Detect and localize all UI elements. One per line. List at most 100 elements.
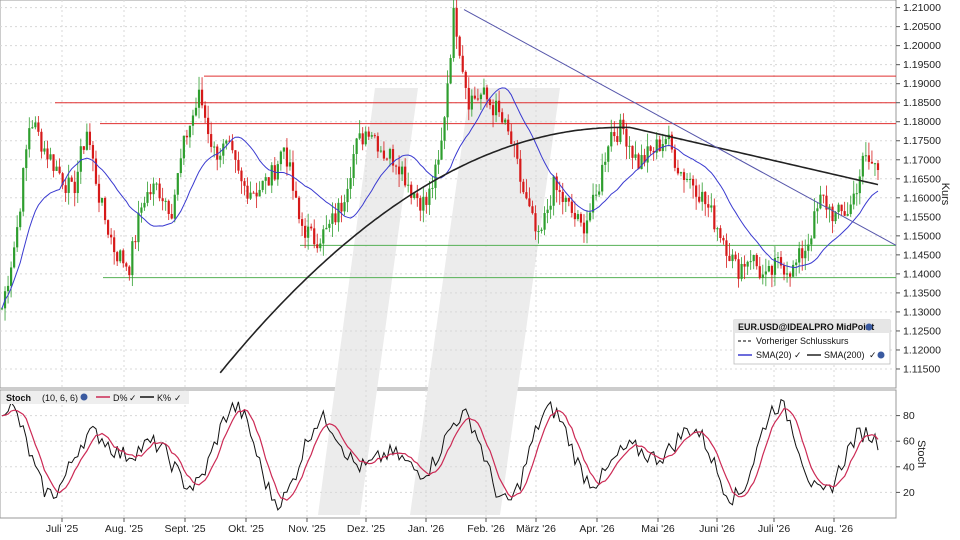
- globe-icon[interactable]: [877, 351, 885, 359]
- candle-body: [801, 248, 804, 259]
- candle-body: [876, 163, 880, 171]
- candle-body: [610, 132, 613, 147]
- candle-body: [46, 148, 49, 160]
- candle-body: [588, 212, 592, 221]
- candle-body: [52, 154, 55, 171]
- candle-body: [319, 243, 322, 249]
- check-icon[interactable]: ✓: [174, 393, 182, 403]
- candle-body: [70, 177, 73, 182]
- candle-body: [782, 265, 786, 275]
- legend-sma20: SMA(20): [756, 350, 792, 360]
- candle-body: [276, 164, 279, 180]
- candle-body: [579, 214, 583, 223]
- candle-body: [582, 222, 586, 234]
- candle-body: [279, 151, 282, 165]
- y-tick-label: 1.13000: [903, 306, 941, 318]
- candle-body: [131, 241, 134, 276]
- candle-body: [9, 267, 13, 286]
- candle-body: [479, 94, 483, 100]
- candle-body: [855, 193, 858, 195]
- candle-body: [573, 212, 576, 220]
- globe-icon[interactable]: [80, 393, 88, 401]
- candle-body: [40, 131, 43, 152]
- check-icon[interactable]: ✓: [869, 350, 877, 360]
- candle-body: [528, 198, 531, 207]
- candle-body: [692, 178, 695, 186]
- x-tick-label: Mai '26: [641, 523, 675, 535]
- candle-body: [337, 202, 340, 223]
- candle-body: [834, 211, 837, 222]
- candle-body: [507, 119, 510, 132]
- stoch-tick-label: 40: [903, 461, 915, 473]
- candle-body: [491, 105, 495, 116]
- candle-body: [428, 188, 431, 205]
- candle-body: [364, 131, 367, 145]
- globe-icon[interactable]: [865, 323, 873, 331]
- candle-body: [91, 145, 95, 159]
- check-icon[interactable]: ✓: [129, 393, 137, 403]
- candle-body: [255, 192, 258, 197]
- candle-body: [346, 188, 349, 203]
- candle-body: [97, 183, 101, 203]
- candle-body: [837, 204, 840, 212]
- y-tick-label: 1.16000: [903, 192, 941, 204]
- candle-body: [225, 140, 228, 144]
- candle-body: [191, 115, 195, 126]
- candle-body: [137, 212, 140, 243]
- candle-body: [873, 163, 877, 165]
- candle-body: [816, 208, 819, 212]
- y-tick-label: 1.21000: [903, 2, 941, 14]
- candle-body: [128, 266, 131, 276]
- candle-body: [49, 154, 52, 160]
- candle-body: [525, 192, 528, 199]
- candle-body: [297, 197, 301, 220]
- candle-body: [664, 139, 667, 145]
- candle-body: [113, 237, 116, 253]
- candle-body: [243, 181, 246, 186]
- x-tick-label: Feb. '26: [467, 523, 505, 535]
- check-icon[interactable]: ✓: [794, 350, 802, 360]
- candle-body: [34, 122, 37, 128]
- candle-body: [649, 146, 652, 151]
- candle-body: [164, 200, 167, 202]
- candle-body: [116, 252, 119, 262]
- candle-body: [252, 192, 255, 194]
- candle-body: [673, 149, 677, 168]
- x-tick-label: März '26: [516, 523, 556, 535]
- candle-body: [504, 119, 507, 123]
- x-tick-label: Juli '26: [758, 523, 791, 535]
- candle-body: [207, 117, 210, 135]
- candle-body: [161, 198, 164, 202]
- x-tick-label: Jan. '26: [408, 523, 445, 535]
- candle-body: [382, 150, 386, 159]
- candle-body: [601, 164, 604, 192]
- candle-body: [746, 261, 749, 267]
- candle-body: [707, 204, 710, 208]
- candle-body: [728, 255, 731, 262]
- candle-body: [822, 194, 825, 196]
- candle-body: [85, 131, 88, 150]
- candle-body: [713, 205, 716, 230]
- candle-body: [849, 204, 852, 215]
- stoch-tick-label: 20: [903, 487, 915, 499]
- candle-body: [188, 125, 192, 138]
- candle-body: [340, 202, 343, 212]
- candle-body: [725, 240, 728, 256]
- candle-body: [149, 192, 152, 195]
- candle-body: [695, 185, 698, 197]
- candle-body: [407, 184, 410, 186]
- candle-body: [370, 135, 373, 137]
- candle-body: [434, 164, 437, 188]
- candle-body: [419, 198, 422, 211]
- x-axis-ticks: Juli '25 Aug. '25 Sept. '25 Okt. '25 Nov. '2…: [46, 518, 853, 535]
- candle-body: [785, 273, 789, 275]
- candle-body: [28, 128, 31, 150]
- candle-body: [316, 244, 319, 249]
- candle-body: [31, 127, 34, 129]
- x-tick-label: Nov. '25: [288, 523, 326, 535]
- candle-body: [307, 226, 310, 238]
- candle-body: [401, 166, 404, 175]
- candle-body: [522, 181, 525, 193]
- y-tick-label: 1.19500: [903, 59, 941, 71]
- stoch-title: Stoch: [6, 393, 31, 403]
